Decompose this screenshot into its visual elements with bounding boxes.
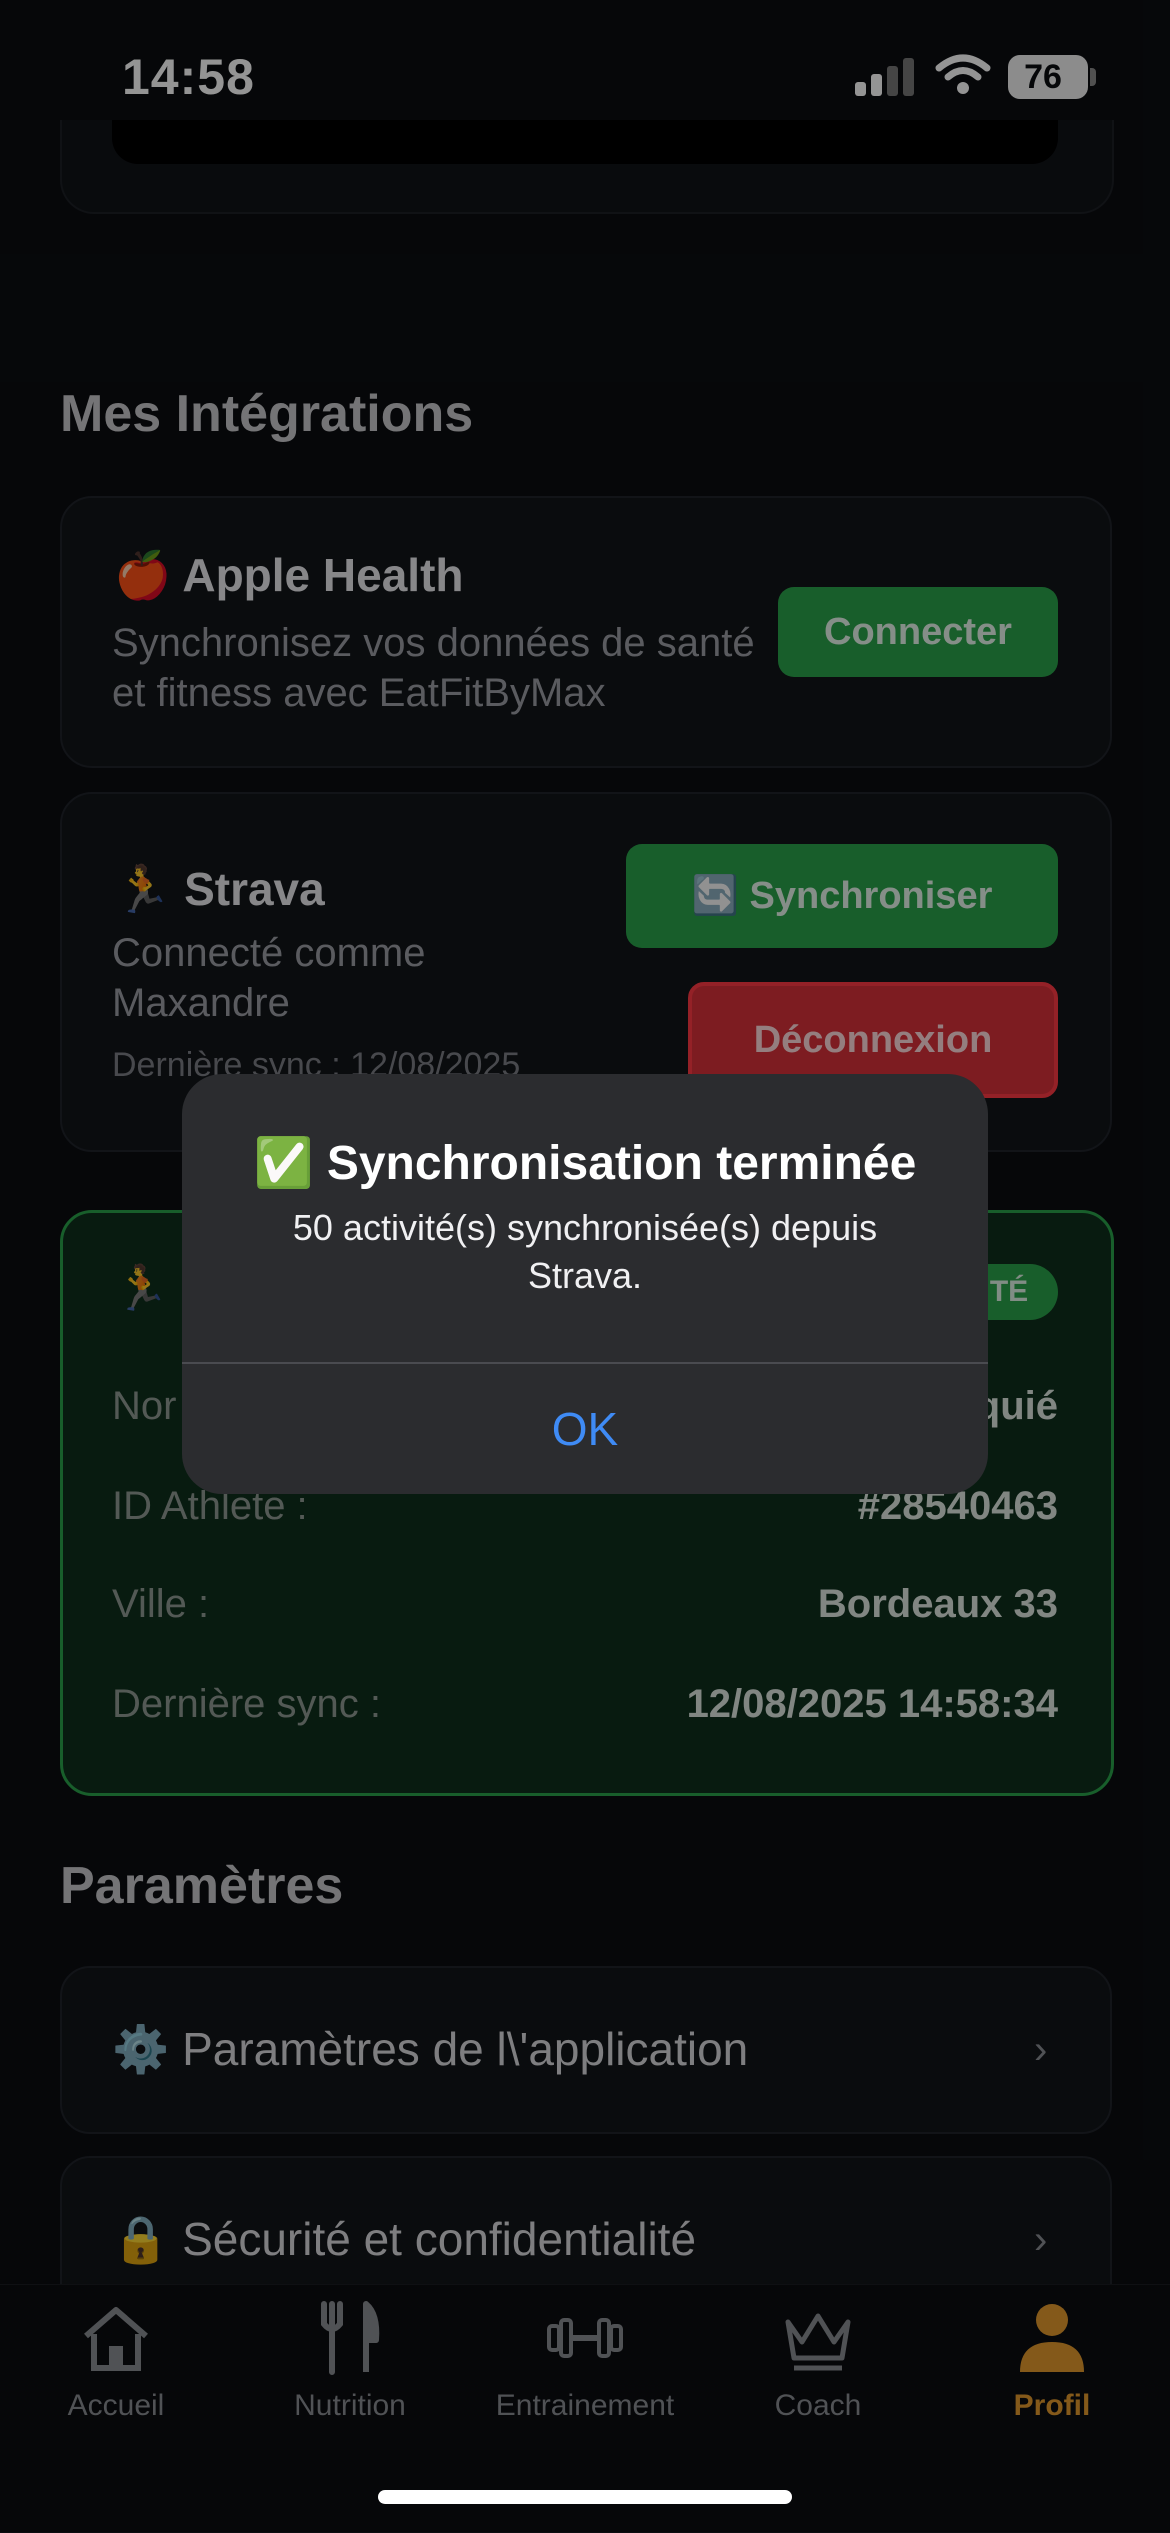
check-icon: ✅ <box>253 1137 314 1190</box>
alert-title-text: Synchronisation terminée <box>326 1137 917 1190</box>
home-indicator <box>378 2490 792 2504</box>
alert-message: 50 activité(s) synchronisée(s) depuis St… <box>292 1207 878 1296</box>
alert-ok-button[interactable]: OK <box>182 1364 988 1494</box>
alert-title: ✅ Synchronisation terminée <box>182 1134 988 1191</box>
sync-complete-alert: ✅ Synchronisation terminée 50 activité(s… <box>182 1074 988 1494</box>
